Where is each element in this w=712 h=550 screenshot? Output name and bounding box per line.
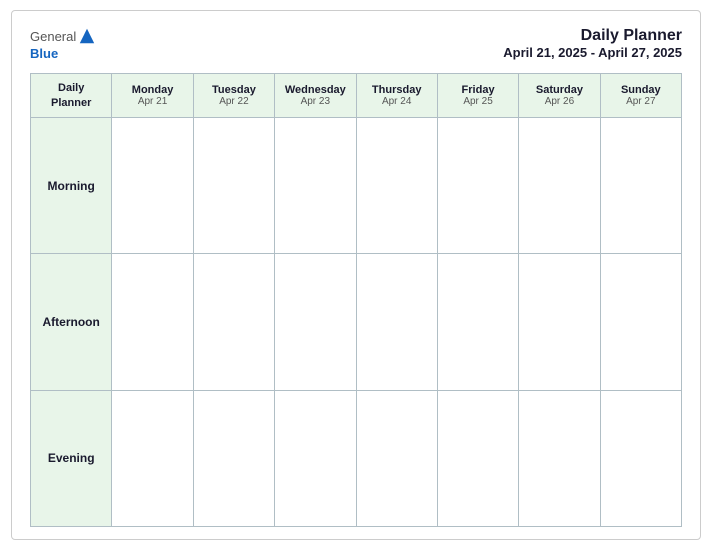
table-header-row: DailyPlanner Monday Apr 21 Tuesday Apr 2… xyxy=(31,74,682,118)
calendar-table: DailyPlanner Monday Apr 21 Tuesday Apr 2… xyxy=(30,73,682,527)
title-area: Daily Planner April 21, 2025 - April 27,… xyxy=(503,27,682,60)
cell-evening-saturday[interactable] xyxy=(519,390,600,526)
header-wednesday-date: Apr 23 xyxy=(277,96,353,107)
cell-afternoon-sunday[interactable] xyxy=(600,254,681,390)
cell-evening-tuesday[interactable] xyxy=(193,390,274,526)
logo-blue-text: Blue xyxy=(30,46,58,61)
header-sunday-day: Sunday xyxy=(603,84,679,96)
cell-afternoon-tuesday[interactable] xyxy=(193,254,274,390)
logo-blue-line: Blue xyxy=(30,45,58,63)
header-saturday-date: Apr 26 xyxy=(521,96,597,107)
header-sunday-date: Apr 27 xyxy=(603,96,679,107)
header-monday-date: Apr 21 xyxy=(114,96,190,107)
header-tuesday-day: Tuesday xyxy=(196,84,272,96)
header-tuesday-date: Apr 22 xyxy=(196,96,272,107)
cell-morning-tuesday[interactable] xyxy=(193,118,274,254)
cell-afternoon-monday[interactable] xyxy=(112,254,193,390)
header-daily-planner: DailyPlanner xyxy=(31,74,112,118)
cell-morning-wednesday[interactable] xyxy=(275,118,356,254)
row-morning: Morning xyxy=(31,118,682,254)
cell-evening-monday[interactable] xyxy=(112,390,193,526)
header-wednesday: Wednesday Apr 23 xyxy=(275,74,356,118)
logo-icon xyxy=(78,27,96,45)
header-sunday: Sunday Apr 27 xyxy=(600,74,681,118)
header-monday: Monday Apr 21 xyxy=(112,74,193,118)
logo-area: General Blue xyxy=(30,27,96,63)
logo-text: General xyxy=(30,27,96,45)
header-monday-day: Monday xyxy=(114,84,190,96)
header-wednesday-day: Wednesday xyxy=(277,84,353,96)
header-friday: Friday Apr 25 xyxy=(437,74,518,118)
header-saturday: Saturday Apr 26 xyxy=(519,74,600,118)
header-friday-day: Friday xyxy=(440,84,516,96)
cell-afternoon-friday[interactable] xyxy=(437,254,518,390)
cell-evening-friday[interactable] xyxy=(437,390,518,526)
logo-general: General xyxy=(30,29,76,44)
cell-morning-friday[interactable] xyxy=(437,118,518,254)
row-label-evening: Evening xyxy=(31,390,112,526)
cell-afternoon-thursday[interactable] xyxy=(356,254,437,390)
row-label-afternoon: Afternoon xyxy=(31,254,112,390)
page-title: Daily Planner xyxy=(503,27,682,45)
header-saturday-day: Saturday xyxy=(521,84,597,96)
cell-evening-sunday[interactable] xyxy=(600,390,681,526)
header-thursday-day: Thursday xyxy=(359,84,435,96)
cell-morning-monday[interactable] xyxy=(112,118,193,254)
cell-morning-thursday[interactable] xyxy=(356,118,437,254)
header-thursday-date: Apr 24 xyxy=(359,96,435,107)
cell-morning-saturday[interactable] xyxy=(519,118,600,254)
header-thursday: Thursday Apr 24 xyxy=(356,74,437,118)
header-tuesday: Tuesday Apr 22 xyxy=(193,74,274,118)
row-afternoon: Afternoon xyxy=(31,254,682,390)
header-dp-line1: DailyPlanner xyxy=(51,82,91,108)
cell-afternoon-wednesday[interactable] xyxy=(275,254,356,390)
cell-afternoon-saturday[interactable] xyxy=(519,254,600,390)
header: General Blue Daily Planner April 21, 202… xyxy=(30,27,682,63)
cell-morning-sunday[interactable] xyxy=(600,118,681,254)
header-friday-date: Apr 25 xyxy=(440,96,516,107)
page-subtitle: April 21, 2025 - April 27, 2025 xyxy=(503,45,682,60)
cell-evening-thursday[interactable] xyxy=(356,390,437,526)
cell-evening-wednesday[interactable] xyxy=(275,390,356,526)
row-evening: Evening xyxy=(31,390,682,526)
page: General Blue Daily Planner April 21, 202… xyxy=(11,10,701,540)
row-label-morning: Morning xyxy=(31,118,112,254)
